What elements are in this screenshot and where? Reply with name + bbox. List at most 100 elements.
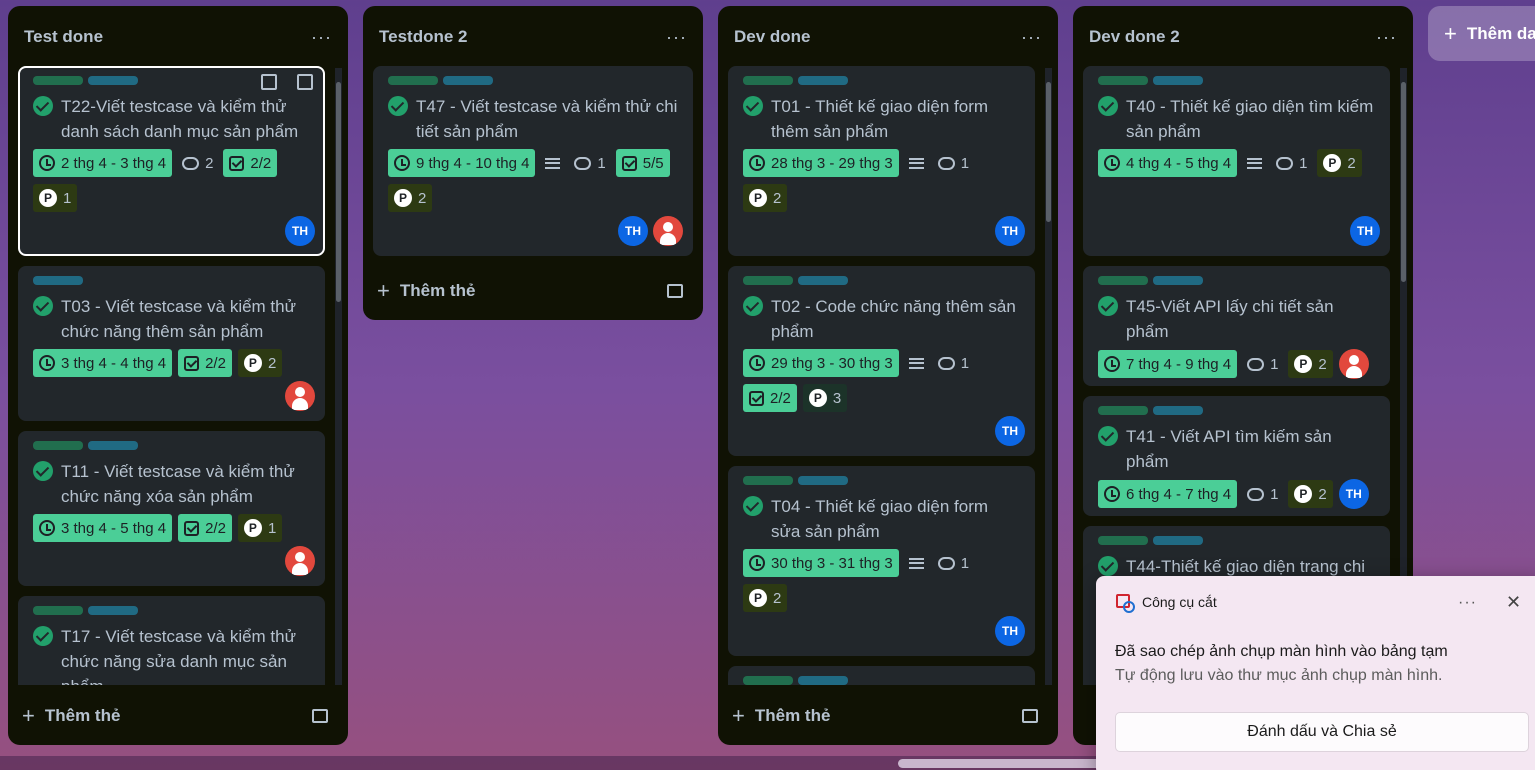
due-date-badge[interactable]: 30 thg 3 - 31 thg 3 (743, 549, 899, 577)
card[interactable]: T01 - Thiết kế giao diện form thêm sản p… (728, 66, 1035, 256)
complete-check-icon[interactable] (33, 96, 53, 116)
label-green[interactable] (1098, 536, 1148, 545)
label-green[interactable] (33, 76, 83, 85)
label-green[interactable] (743, 676, 793, 685)
due-date-badge[interactable]: 29 thg 3 - 30 thg 3 (743, 349, 899, 377)
scrollbar-thumb[interactable] (1046, 82, 1051, 222)
label-green[interactable] (33, 606, 83, 615)
card[interactable]: T04 - Thiết kế giao diện form sửa sản ph… (728, 466, 1035, 656)
list-title[interactable]: Dev done (734, 27, 811, 47)
label-blue[interactable] (798, 276, 848, 285)
card[interactable]: T47 - Viết testcase và kiểm thử chi tiết… (373, 66, 693, 256)
label-blue[interactable] (1153, 76, 1203, 85)
more-icon[interactable]: ··· (1021, 27, 1042, 48)
card-template-icon[interactable] (312, 709, 328, 723)
label-blue[interactable] (1153, 536, 1203, 545)
avatar[interactable]: TH (995, 616, 1025, 646)
vertical-scrollbar[interactable] (335, 68, 342, 685)
due-date-badge[interactable]: 28 thg 3 - 29 thg 3 (743, 149, 899, 177)
points-icon: P (1323, 154, 1342, 172)
label-green[interactable] (1098, 406, 1148, 415)
card[interactable]: T41 - Viết API tìm kiếm sản phẩm 6 thg 4… (1083, 396, 1390, 516)
user-avatar-icon[interactable] (285, 381, 315, 411)
list-title[interactable]: Test done (24, 27, 103, 47)
complete-check-icon[interactable] (1098, 296, 1118, 316)
complete-check-icon[interactable] (743, 96, 763, 116)
label-blue[interactable] (798, 76, 848, 85)
list-title[interactable]: Dev done 2 (1089, 27, 1180, 47)
label-green[interactable] (388, 76, 438, 85)
due-date-badge[interactable]: 2 thg 4 - 3 thg 4 (33, 149, 173, 177)
card[interactable]: T02 - Code chức năng thêm sản phẩm 29 th… (728, 266, 1035, 456)
avatar[interactable]: TH (1350, 216, 1380, 246)
card[interactable]: T45-Viết API lấy chi tiết sản phẩm 7 thg… (1083, 266, 1390, 386)
complete-check-icon[interactable] (33, 296, 53, 316)
avatar[interactable]: TH (995, 216, 1025, 246)
due-date-badge[interactable]: 3 thg 4 - 5 thg 4 (33, 514, 173, 542)
close-icon[interactable]: ✕ (1506, 592, 1521, 613)
card-title: T22-Viết testcase và kiểm thử danh sách … (33, 94, 310, 144)
due-date-badge[interactable]: 9 thg 4 - 10 thg 4 (388, 149, 536, 177)
label-blue[interactable] (798, 476, 848, 485)
complete-check-icon[interactable] (743, 496, 763, 516)
more-icon[interactable]: ··· (1458, 594, 1477, 612)
avatar[interactable]: TH (618, 216, 648, 246)
user-avatar-icon[interactable] (653, 216, 683, 246)
card[interactable]: T22-Viết testcase và kiểm thử danh sách … (18, 66, 325, 256)
user-avatar-icon[interactable] (285, 546, 315, 576)
due-date-badge[interactable]: 6 thg 4 - 7 thg 4 (1098, 480, 1238, 508)
add-card-button[interactable]: + Thêm thẻ (377, 280, 475, 302)
label-green[interactable] (1098, 276, 1148, 285)
add-card-button[interactable]: + Thêm thẻ (22, 705, 120, 727)
card-template-icon[interactable] (1022, 709, 1038, 723)
label-blue[interactable] (88, 606, 138, 615)
vertical-scrollbar[interactable] (1045, 68, 1052, 685)
label-blue[interactable] (88, 441, 138, 450)
card-title: T47 - Viết testcase và kiểm thử chi tiết… (388, 94, 678, 144)
label-blue[interactable] (33, 276, 83, 285)
due-date-text: 29 thg 3 - 30 thg 3 (771, 354, 893, 372)
archive-icon[interactable] (261, 74, 277, 90)
scrollbar-thumb[interactable] (336, 82, 341, 302)
avatar[interactable]: TH (1338, 479, 1369, 509)
add-list-button[interactable]: + Thêm da (1428, 6, 1535, 61)
card[interactable]: T17 - Viết testcase và kiểm thử chức năn… (18, 596, 325, 685)
label-green[interactable] (743, 76, 793, 85)
card-template-icon[interactable] (667, 284, 683, 298)
card[interactable]: T11 - Viết testcase và kiểm thử chức năn… (18, 431, 325, 586)
label-green[interactable] (743, 276, 793, 285)
complete-check-icon[interactable] (743, 296, 763, 316)
complete-check-icon[interactable] (1098, 556, 1118, 576)
add-card-button[interactable]: + Thêm thẻ (732, 705, 830, 727)
more-icon[interactable]: ··· (311, 27, 332, 48)
markup-and-share-button[interactable]: Đánh dấu và Chia sẻ (1115, 712, 1529, 752)
scrollbar-thumb[interactable] (1401, 82, 1406, 282)
label-green[interactable] (743, 476, 793, 485)
avatar[interactable]: TH (285, 216, 315, 246)
label-green[interactable] (33, 441, 83, 450)
due-date-badge[interactable]: 7 thg 4 - 9 thg 4 (1098, 350, 1238, 378)
user-avatar-icon[interactable] (1338, 349, 1369, 379)
complete-check-icon[interactable] (33, 626, 53, 646)
label-blue[interactable] (443, 76, 493, 85)
due-date-badge[interactable]: 4 thg 4 - 5 thg 4 (1098, 149, 1238, 177)
card[interactable]: T03 - Viết testcase và kiểm thử chức năn… (18, 266, 325, 421)
complete-check-icon[interactable] (388, 96, 408, 116)
card[interactable]: T40 - Thiết kế giao diện tìm kiếm sản ph… (1083, 66, 1390, 256)
label-blue[interactable] (1153, 276, 1203, 285)
complete-check-icon[interactable] (1098, 96, 1118, 116)
more-icon[interactable]: ··· (666, 27, 687, 48)
comments-badge: 1 (570, 149, 609, 177)
label-blue[interactable] (88, 76, 138, 85)
list-title[interactable]: Testdone 2 (379, 27, 467, 47)
complete-check-icon[interactable] (1098, 426, 1118, 446)
avatar[interactable]: TH (995, 416, 1025, 446)
label-blue[interactable] (1153, 406, 1203, 415)
due-date-badge[interactable]: 3 thg 4 - 4 thg 4 (33, 349, 173, 377)
label-green[interactable] (1098, 76, 1148, 85)
card[interactable] (728, 666, 1035, 685)
complete-check-icon[interactable] (33, 461, 53, 481)
edit-icon[interactable] (297, 74, 313, 90)
label-blue[interactable] (798, 676, 848, 685)
more-icon[interactable]: ··· (1376, 27, 1397, 48)
